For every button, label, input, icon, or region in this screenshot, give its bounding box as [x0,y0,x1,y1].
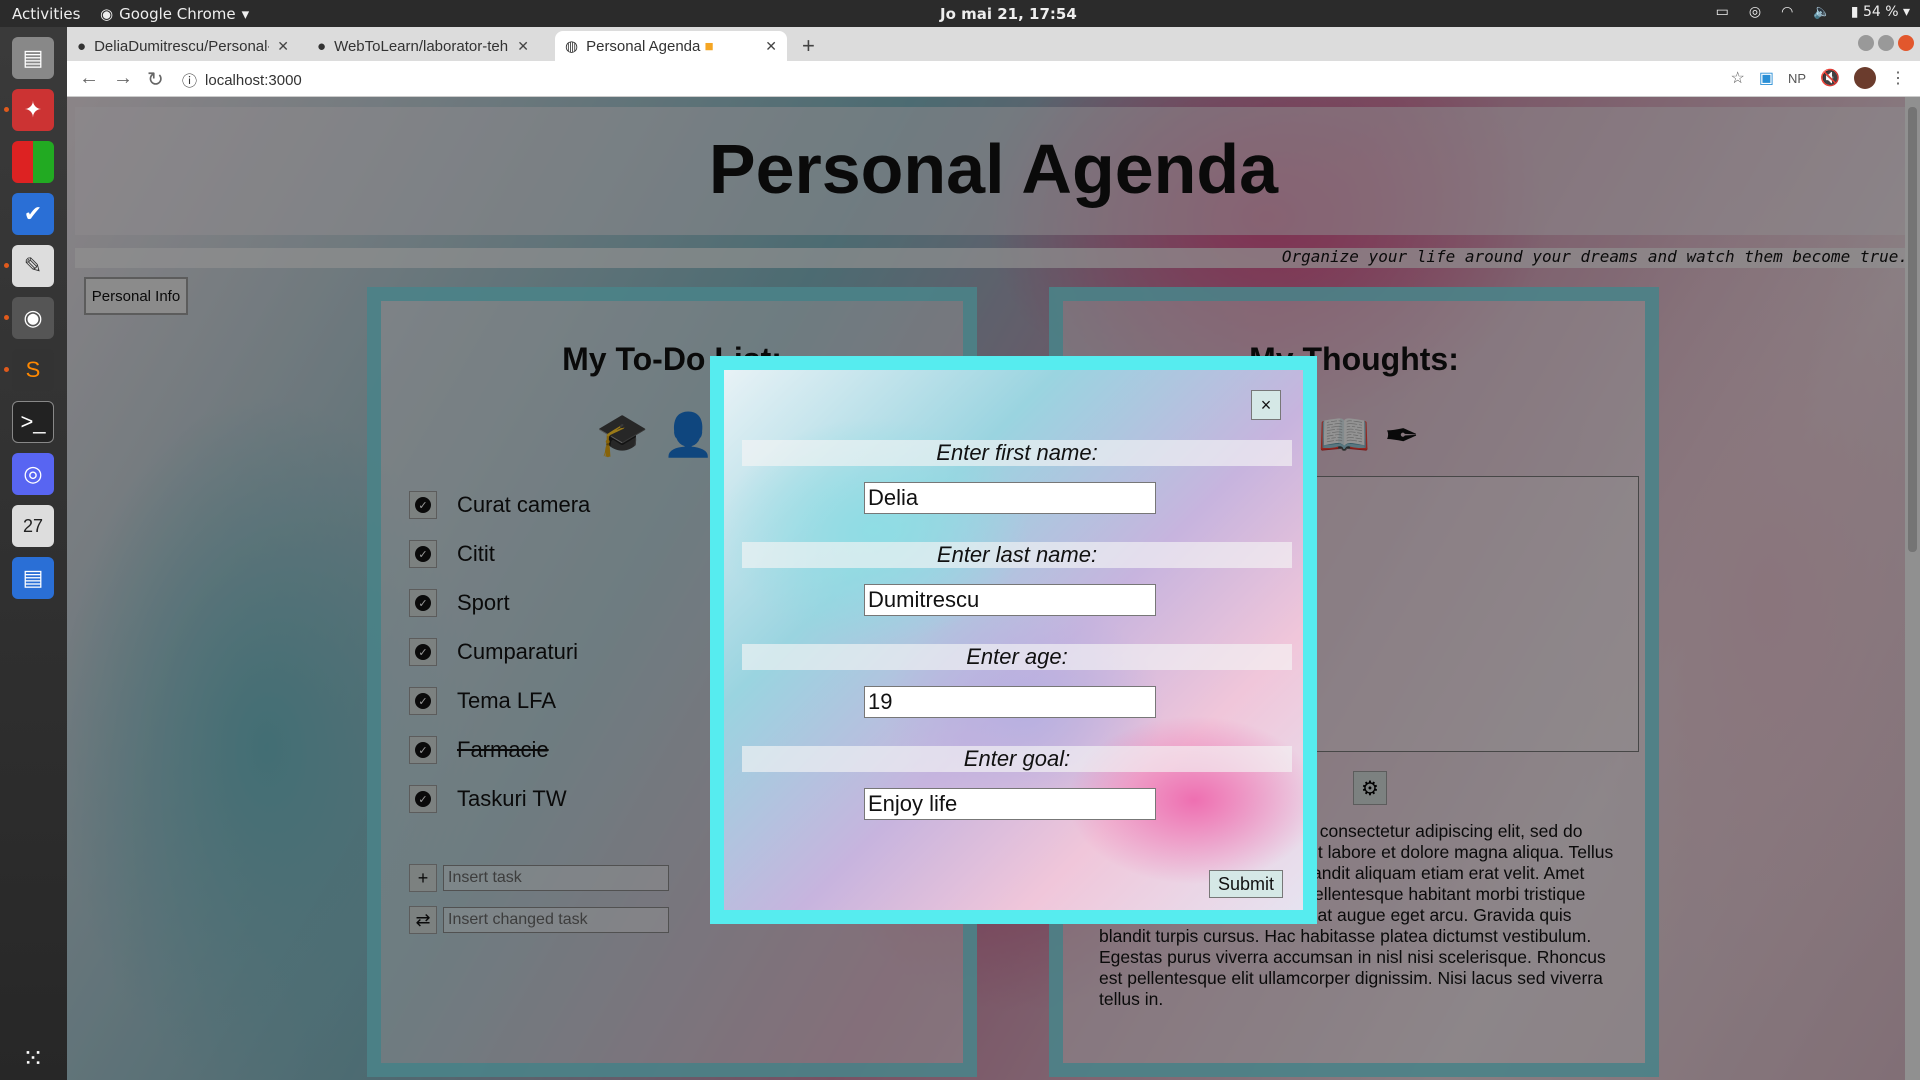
goal-input[interactable]: Enjoy life [864,788,1156,820]
last-name-input[interactable]: Dumitrescu [864,584,1156,616]
screenshot-icon: ▭ [1715,4,1729,20]
system-tray[interactable]: ▭ ◎ ◠ 🔈 ▮ 54 % ▾ [1716,4,1910,20]
tab-github-personal[interactable]: ● DeliaDumitrescu/Personal- ✕ [67,31,299,61]
tab-github-webtolearn[interactable]: ● WebToLearn/laborator-tehn ✕ [307,31,539,61]
close-window-button[interactable] [1898,35,1914,51]
chevron-down-icon: ▾ [241,5,250,23]
app-name: Google Chrome [119,5,236,23]
new-tab-button[interactable]: + [802,33,815,59]
info-icon[interactable]: ⓘ [182,70,197,91]
close-icon: × [1260,394,1272,415]
tab-title-text: Personal Agenda [586,37,701,55]
close-icon[interactable]: ✕ [765,38,777,55]
mute-icon[interactable]: 🔇 [1820,68,1840,88]
running-indicator [4,315,9,320]
text-editor-icon[interactable]: ✎ [12,245,54,287]
clock[interactable]: Jo mai 21, 17:54 [940,5,1077,23]
volume-icon: 🔈 [1813,4,1831,20]
tab-personal-agenda[interactable]: ◍ Personal Agenda ■ ✕ [555,31,787,61]
emoji-icon: ■ [704,37,714,55]
reload-icon[interactable]: ↻ [147,67,164,92]
menu-icon[interactable]: ⋮ [1890,68,1906,88]
tab-title: Personal Agenda ■ [586,38,757,55]
first-name-label: Enter first name: [742,440,1292,466]
calendar-icon[interactable]: 27 [12,505,54,547]
chrome-dock-icon[interactable]: ◉ [12,297,54,339]
last-name-label: Enter last name: [742,542,1292,568]
maximize-button[interactable] [1878,35,1894,51]
personal-info-modal: × Enter first name: Delia Enter last nam… [710,356,1317,924]
chrome-icon: ◉ [100,5,114,23]
close-button[interactable]: × [1251,390,1281,420]
age-input[interactable]: 19 [864,686,1156,718]
tab-title: DeliaDumitrescu/Personal- [94,37,270,55]
writer-icon[interactable]: ▤ [12,557,54,599]
close-icon[interactable]: ✕ [277,38,289,55]
running-indicator [4,107,9,112]
tab-title: WebToLearn/laborator-tehn [334,37,510,55]
activities-button[interactable]: Activities [12,5,80,23]
forward-icon[interactable]: → [113,67,133,92]
running-indicator [4,367,9,372]
extension-np[interactable]: NP [1788,71,1806,86]
url-text: localhost:3000 [205,71,302,89]
battery-percent: 54 % [1862,4,1899,20]
discord-tray-icon: ◎ [1748,4,1762,20]
avatar[interactable] [1854,67,1876,89]
submit-button[interactable]: Submit [1209,870,1283,898]
dock: ▤ ✦ ✔ ✎ ◉ S >_ ◎ 27 ▤ ⁙ [0,27,67,1080]
github-icon: ● [77,37,87,55]
address-bar[interactable]: ⓘ localhost:3000 [182,67,1802,93]
running-indicator [4,263,9,268]
back-icon[interactable]: ← [79,67,99,92]
system-top-bar: Activities ◉ Google Chrome ▾ Jo mai 21, … [0,0,1920,27]
first-name-input[interactable]: Delia [864,482,1156,514]
tab-strip: ● DeliaDumitrescu/Personal- ✕ ● WebToLea… [67,27,1920,61]
battery-status: ▮ 54 % ▾ [1850,4,1910,20]
github-icon: ● [317,37,327,55]
software-center-icon[interactable] [12,141,54,183]
minimize-button[interactable] [1858,35,1874,51]
sublime-icon[interactable]: S [12,349,54,391]
settings-tool-icon[interactable]: ✦ [12,89,54,131]
app-menu[interactable]: ◉ Google Chrome ▾ [100,5,249,23]
terminal-icon[interactable]: >_ [12,401,54,443]
globe-icon: ◍ [565,38,579,55]
extension-icon[interactable]: ▣ [1759,68,1774,88]
age-label: Enter age: [742,644,1292,670]
tasks-icon[interactable]: ✔ [12,193,54,235]
toolbar: ← → ↻ ⓘ localhost:3000 ☆ ▣ NP 🔇 ⋮ [67,61,1920,97]
show-apps-icon[interactable]: ⁙ [12,1037,54,1079]
star-icon[interactable]: ☆ [1731,68,1745,88]
close-icon[interactable]: ✕ [517,38,529,55]
wifi-icon: ◠ [1781,4,1794,20]
goal-label: Enter goal: [742,746,1292,772]
discord-icon[interactable]: ◎ [12,453,54,495]
files-icon[interactable]: ▤ [12,37,54,79]
window-controls [1858,35,1914,51]
